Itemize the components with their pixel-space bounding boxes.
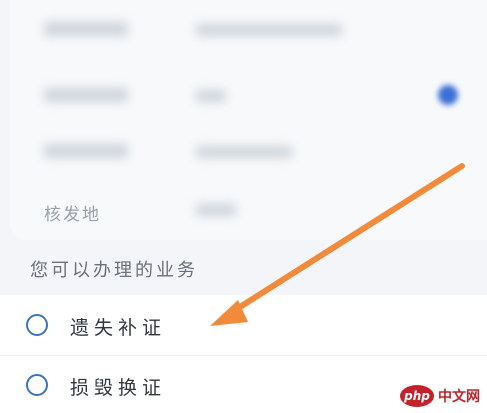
php-logo-icon: php	[400, 385, 434, 407]
blurred-label	[44, 88, 128, 102]
option-label: 损毁换证	[70, 377, 167, 399]
radio-button[interactable]	[26, 374, 48, 396]
blurred-label	[44, 144, 128, 158]
info-row-issue-date	[10, 132, 487, 198]
watermark-logo: php 中文网	[400, 384, 485, 408]
option-label: 遗失补证	[70, 317, 167, 339]
watermark-text: 中文网	[438, 389, 480, 405]
blurred-value	[196, 146, 292, 158]
license-info-card: 核发地	[10, 0, 487, 240]
blurred-value	[196, 24, 342, 36]
radio-button[interactable]	[26, 314, 48, 336]
blurred-value	[196, 90, 226, 102]
info-row-license-number	[10, 0, 487, 66]
info-row-license-status	[10, 66, 487, 132]
issuer-label: 核发地	[44, 205, 101, 225]
blurred-issuer-value	[196, 204, 236, 216]
section-title: 您可以办理的业务	[30, 260, 198, 281]
option-lost-reissue[interactable]: 遗失补证	[0, 295, 487, 355]
blurred-label	[44, 22, 128, 36]
status-indicator-icon	[438, 85, 458, 105]
